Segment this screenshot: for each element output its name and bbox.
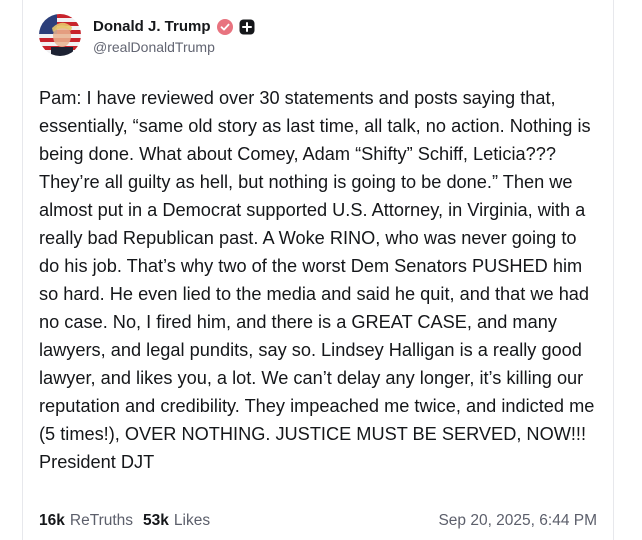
name-row: Donald J. Trump — [93, 16, 255, 38]
likes-stat[interactable]: 53k Likes — [143, 512, 210, 530]
post-timestamp[interactable]: Sep 20, 2025, 6:44 PM — [438, 512, 597, 530]
retruths-label: ReTruths — [69, 512, 134, 529]
verified-check-icon — [216, 18, 233, 35]
plus-square-icon — [239, 19, 255, 35]
post-header: Donald J. Trump @realDonaldTrump — [39, 14, 255, 56]
post-footer: 16k ReTruths 53k Likes Sep 20, 2025, 6:4… — [39, 512, 597, 530]
author-handle[interactable]: @realDonaldTrump — [93, 39, 255, 55]
post-card: Donald J. Trump @realDonaldTrump Pam: I … — [22, 0, 614, 540]
likes-label: Likes — [173, 512, 211, 529]
display-name[interactable]: Donald J. Trump — [93, 18, 211, 35]
post-text: Pam: I have reviewed over 30 statements … — [39, 88, 600, 472]
avatar[interactable] — [39, 14, 81, 56]
retruths-count: 16k — [39, 512, 65, 529]
avatar-image — [39, 14, 81, 56]
retruths-stat[interactable]: 16k ReTruths — [39, 512, 133, 530]
likes-count: 53k — [143, 512, 169, 529]
author-names: Donald J. Trump @realDonaldTrump — [93, 16, 255, 55]
